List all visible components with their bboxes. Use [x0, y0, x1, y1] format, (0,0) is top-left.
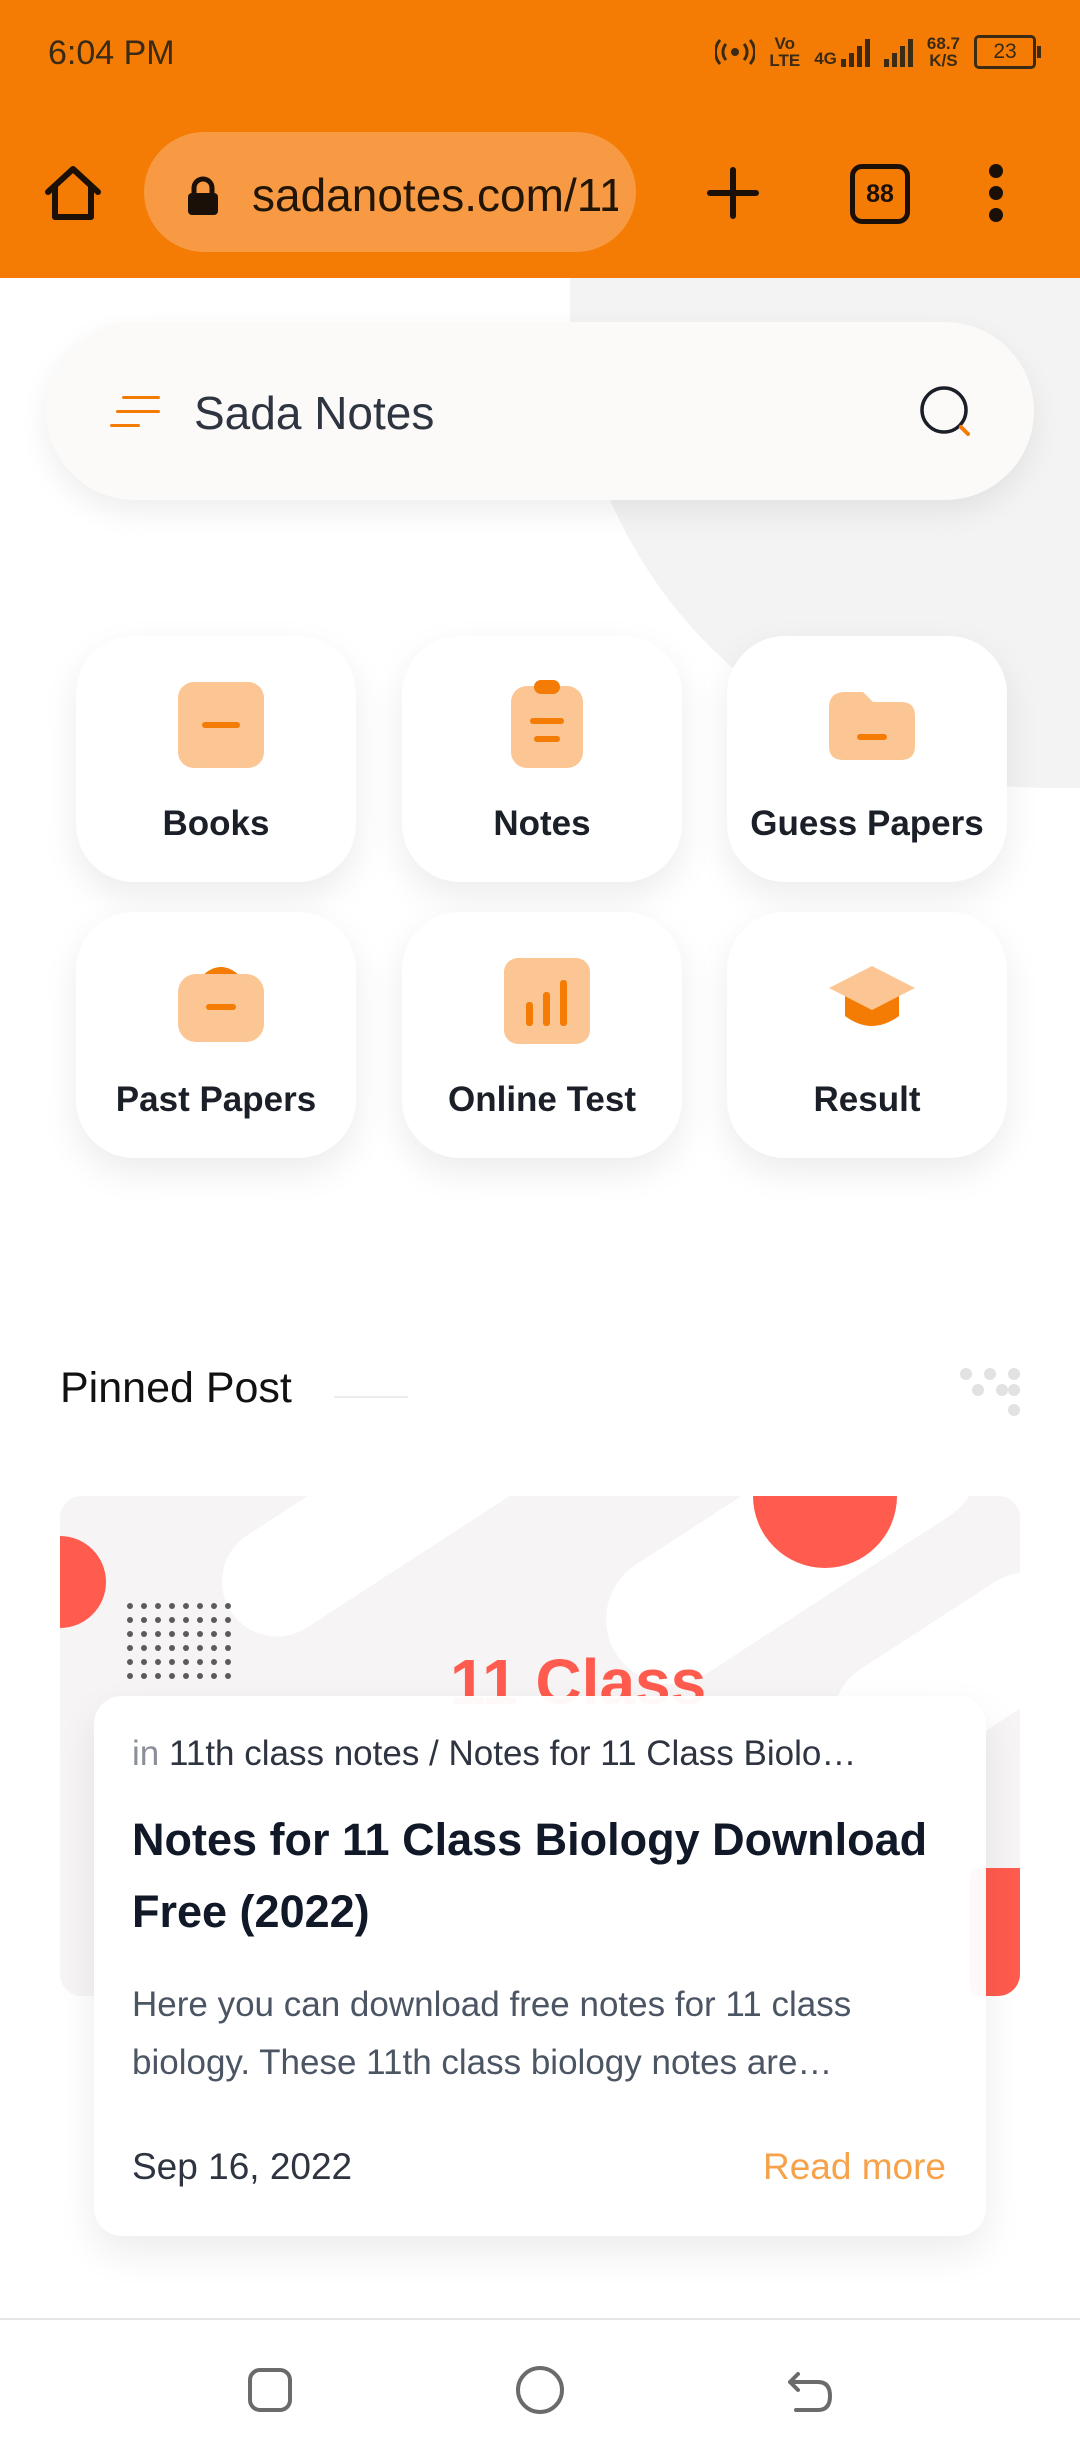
plus-icon[interactable]	[700, 160, 766, 226]
browser-toolbar: sadanotes.com/11 88	[0, 122, 1080, 262]
chart-bars-icon	[504, 958, 590, 1044]
category-label: Past Papers	[115, 1080, 317, 1119]
category-past-papers[interactable]: Past Papers	[76, 912, 356, 1158]
section-divider	[334, 1396, 408, 1398]
status-time: 6:04 PM	[48, 34, 175, 72]
read-more-link[interactable]: Read more	[763, 2146, 946, 2188]
status-icons: Vo LTE 4G 68.7 K/S 23	[715, 30, 1041, 74]
category-grid: Books Notes Guess Papers Past Papers Onl…	[0, 278, 1080, 1178]
graduation-cap-icon	[829, 966, 915, 1026]
clipboard-icon	[511, 680, 583, 768]
url-text: sadanotes.com/11	[252, 169, 618, 221]
archive-icon	[178, 967, 264, 1042]
recent-apps-icon[interactable]	[240, 2360, 300, 2420]
category-links[interactable]: 11th class notes / Notes for 11 Class Bi…	[169, 1734, 856, 1773]
category-label: Notes	[493, 804, 591, 843]
hotspot-icon	[715, 39, 756, 65]
post-title[interactable]: Notes for 11 Class Biology Download Free…	[132, 1804, 962, 1948]
category-notes[interactable]: Notes	[402, 636, 682, 882]
category-online-test[interactable]: Online Test	[402, 912, 682, 1158]
post-categories[interactable]: in 11th class notes / Notes for 11 Class…	[132, 1734, 856, 1774]
category-label: Online Test	[448, 1080, 636, 1119]
status-bar: 6:04 PM Vo LTE 4G 68.7 K/S 23	[0, 0, 1080, 110]
back-icon[interactable]	[780, 2360, 840, 2420]
signal-bars-icon-2	[883, 37, 913, 67]
system-nav-bar	[0, 2318, 1080, 2462]
home-icon[interactable]	[40, 160, 106, 226]
address-bar[interactable]: sadanotes.com/11	[144, 132, 636, 252]
category-result[interactable]: Result	[727, 912, 1007, 1158]
pinned-post-card[interactable]: in 11th class notes / Notes for 11 Class…	[94, 1696, 986, 2236]
tabs-button[interactable]: 88	[850, 164, 910, 224]
post-excerpt: Here you can download free notes for 11 …	[132, 1985, 852, 2082]
dots-decoration	[960, 1368, 1024, 1430]
category-label: Result	[813, 1080, 921, 1119]
signal-bars-icon	[840, 37, 870, 67]
volte-indicator: Vo LTE	[769, 34, 801, 70]
category-books[interactable]: Books	[76, 636, 356, 882]
section-title: Pinned Post	[60, 1364, 292, 1412]
home-circle-icon[interactable]	[510, 2360, 570, 2420]
signal-1: 4G	[814, 37, 870, 67]
lock-icon	[188, 176, 218, 215]
category-label: Guess Papers	[750, 804, 984, 843]
folder-icon	[829, 692, 915, 760]
more-vert-icon[interactable]	[978, 160, 1014, 226]
category-prefix: in	[132, 1734, 160, 1773]
category-guess-papers[interactable]: Guess Papers	[727, 636, 1007, 882]
category-label: Books	[162, 804, 270, 843]
web-page: Sada Notes Books Notes Guess Papers Past…	[0, 278, 1080, 2318]
browser-chrome: 6:04 PM Vo LTE 4G 68.7 K/S 23 sadanotes.…	[0, 0, 1080, 278]
net-speed: 68.7 K/S	[926, 34, 960, 70]
post-date: Sep 16, 2022	[132, 2146, 353, 2187]
battery-icon: 23	[974, 35, 1041, 69]
book-icon	[178, 682, 264, 768]
network-type: 4G	[814, 49, 837, 68]
